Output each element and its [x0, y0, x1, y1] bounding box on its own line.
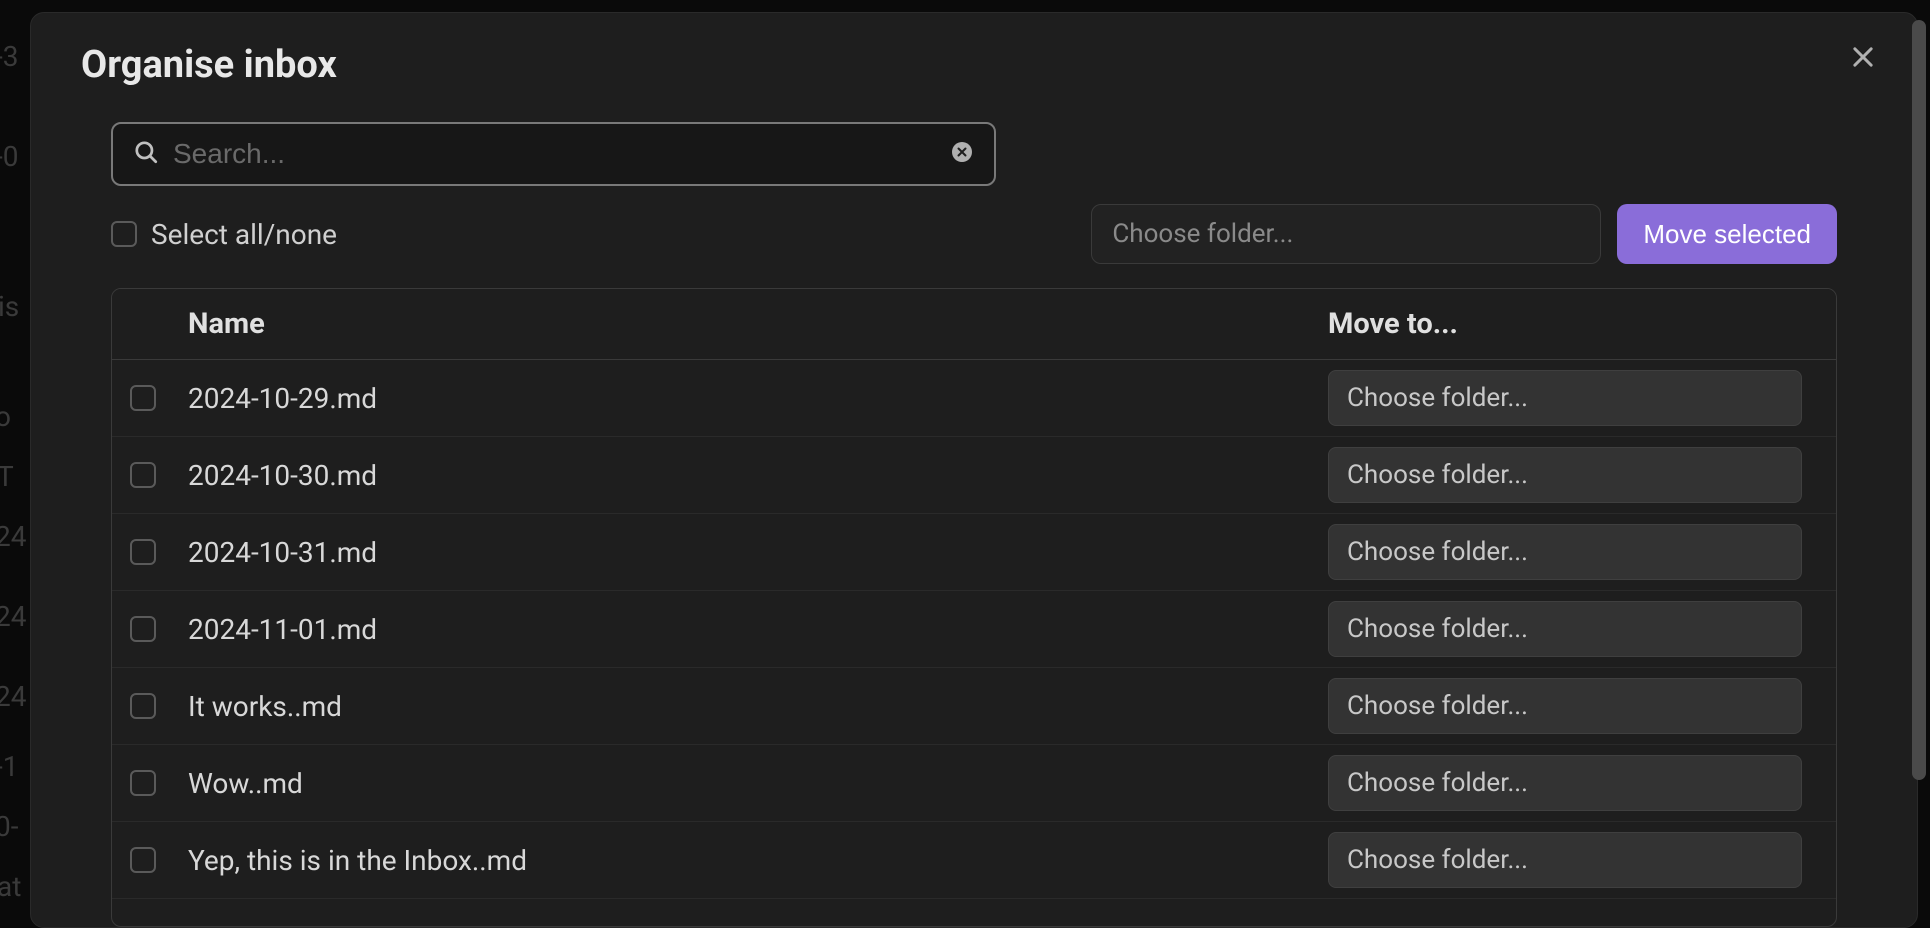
row-folder-select[interactable]: Choose folder... [1328, 524, 1802, 580]
backdrop-text: o [0, 400, 11, 433]
row-filename: Yep, this is in the Inbox..md [188, 844, 1328, 877]
backdrop-text: -0 [0, 140, 18, 173]
select-all-label: Select all/none [151, 218, 337, 251]
row-checkbox-cell [130, 693, 188, 719]
row-checkbox-cell [130, 770, 188, 796]
controls-right: Choose folder... Move selected [1091, 204, 1837, 264]
backdrop-text: 24 [0, 600, 26, 633]
select-all-checkbox[interactable] [111, 221, 137, 247]
row-filename: 2024-10-29.md [188, 382, 1328, 415]
row-checkbox[interactable] [130, 385, 156, 411]
backdrop-text: -3 [0, 40, 18, 73]
row-checkbox[interactable] [130, 616, 156, 642]
row-filename: 2024-10-31.md [188, 536, 1328, 569]
backdrop-text: 0- [0, 810, 18, 843]
row-checkbox-cell [130, 385, 188, 411]
row-filename: It works..md [188, 690, 1328, 723]
modal-title: Organise inbox [81, 43, 337, 87]
header-move-to: Move to... [1328, 307, 1818, 341]
row-move-cell: Choose folder... [1328, 524, 1818, 580]
backdrop-text: -1 [0, 750, 18, 783]
table-row: Wow..md Choose folder... [112, 745, 1836, 822]
table-row: 2024-11-01.md Choose folder... [112, 591, 1836, 668]
row-move-cell: Choose folder... [1328, 755, 1818, 811]
table-header: Name Move to... [112, 289, 1836, 360]
row-move-cell: Choose folder... [1328, 832, 1818, 888]
search-icon [133, 139, 159, 169]
bulk-folder-select[interactable]: Choose folder... [1091, 204, 1601, 264]
row-checkbox-cell [130, 539, 188, 565]
backdrop-text: at [0, 870, 21, 903]
table-row: 2024-10-30.md Choose folder... [112, 437, 1836, 514]
row-folder-select[interactable]: Choose folder... [1328, 447, 1802, 503]
move-selected-button[interactable]: Move selected [1617, 204, 1837, 264]
row-folder-select[interactable]: Choose folder... [1328, 370, 1802, 426]
organise-inbox-modal: Organise inbox [30, 12, 1918, 928]
row-checkbox[interactable] [130, 539, 156, 565]
backdrop-text: 24 [0, 680, 26, 713]
row-checkbox-cell [130, 462, 188, 488]
row-filename: 2024-10-30.md [188, 459, 1328, 492]
clear-icon [950, 149, 974, 168]
row-folder-select[interactable]: Choose folder... [1328, 601, 1802, 657]
search-wrapper [111, 122, 996, 186]
search-input[interactable] [159, 138, 950, 170]
row-checkbox-cell [130, 616, 188, 642]
row-folder-select[interactable]: Choose folder... [1328, 678, 1802, 734]
row-folder-label: Choose folder... [1347, 537, 1528, 567]
row-filename: 2024-11-01.md [188, 613, 1328, 646]
row-checkbox[interactable] [130, 462, 156, 488]
scrollbar[interactable] [1912, 20, 1926, 780]
table-row: 2024-10-29.md Choose folder... [112, 360, 1836, 437]
controls-row: Select all/none Choose folder... Move se… [111, 204, 1837, 264]
modal-body: Select all/none Choose folder... Move se… [31, 102, 1917, 927]
row-folder-select[interactable]: Choose folder... [1328, 832, 1802, 888]
table-row: 2024-10-31.md Choose folder... [112, 514, 1836, 591]
backdrop-text: T [0, 460, 14, 493]
header-checkbox-col [130, 307, 188, 341]
row-folder-select[interactable]: Choose folder... [1328, 755, 1802, 811]
row-folder-label: Choose folder... [1347, 383, 1528, 413]
row-move-cell: Choose folder... [1328, 370, 1818, 426]
clear-search-button[interactable] [950, 140, 974, 168]
table-row: Yep, this is in the Inbox..md Choose fold… [112, 822, 1836, 899]
row-folder-label: Choose folder... [1347, 614, 1528, 644]
row-folder-label: Choose folder... [1347, 691, 1528, 721]
search-row [111, 122, 1837, 186]
row-folder-label: Choose folder... [1347, 460, 1528, 490]
row-filename: Wow..md [188, 767, 1328, 800]
row-checkbox[interactable] [130, 693, 156, 719]
close-button[interactable] [1844, 38, 1882, 80]
row-move-cell: Choose folder... [1328, 678, 1818, 734]
modal-header: Organise inbox [31, 13, 1917, 102]
select-all-toggle[interactable]: Select all/none [111, 218, 337, 251]
row-move-cell: Choose folder... [1328, 601, 1818, 657]
table-body: 2024-10-29.mdChoose folder...2024-10-30.… [112, 360, 1836, 926]
folder-select-placeholder: Choose folder... [1112, 219, 1293, 249]
row-move-cell: Choose folder... [1328, 447, 1818, 503]
files-table: Name Move to... 2024-10-29.md Choose fold… [111, 288, 1837, 927]
close-icon [1849, 56, 1877, 75]
header-name: Name [188, 307, 1328, 341]
row-checkbox[interactable] [130, 770, 156, 796]
table-row: It works..md Choose folder... [112, 668, 1836, 745]
row-folder-label: Choose folder... [1347, 845, 1528, 875]
backdrop-text: 24 [0, 520, 26, 553]
row-checkbox-cell [130, 847, 188, 873]
row-checkbox[interactable] [130, 847, 156, 873]
row-folder-label: Choose folder... [1347, 768, 1528, 798]
backdrop-text: is [0, 290, 19, 323]
